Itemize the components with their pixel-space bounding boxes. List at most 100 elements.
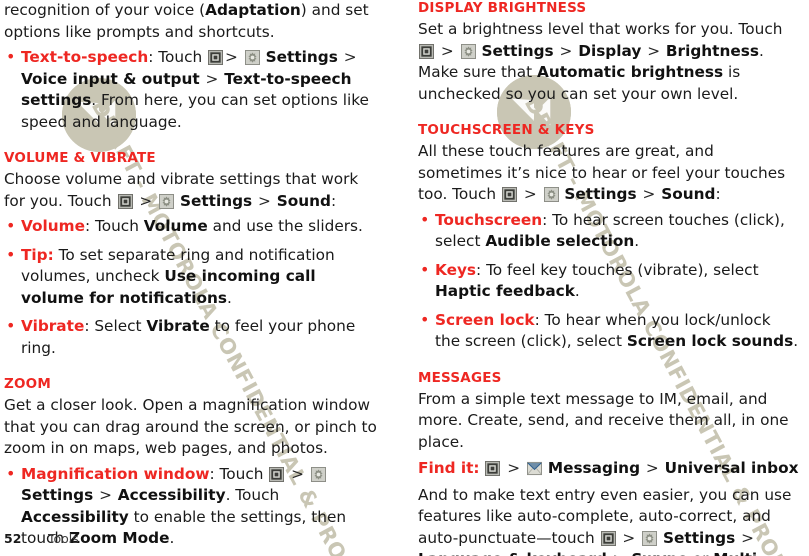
text-run: . <box>574 282 580 300</box>
page-number: 52 <box>4 531 22 546</box>
bullet-term: Vibrate <box>21 317 85 335</box>
arrow-separator: > <box>507 459 521 477</box>
text-run: recognition of your voice ( <box>4 1 206 19</box>
bold-term: Sound <box>276 191 332 210</box>
bold-term: Automatic brightness <box>536 63 724 81</box>
list-item: Volume: Touch Volume and use the sliders… <box>4 215 382 238</box>
list-item: Text-to-speech: Touch > Settings > Voice… <box>4 46 382 133</box>
arrow-separator: > <box>647 41 661 60</box>
bold-term: Sound <box>661 185 716 203</box>
left-column: recognition of your voice (Adaptation) a… <box>0 0 404 556</box>
text-run: : <box>715 185 721 203</box>
find-it-line: Find it: > Messaging > Universal inbox <box>418 458 800 480</box>
text-run: : To feel key touches (vibrate), select <box>476 260 759 279</box>
apps-menu-icon <box>117 193 133 209</box>
text-run: : Touch <box>209 464 269 483</box>
settings-gear-icon <box>159 193 175 209</box>
arrow-separator: > <box>440 41 454 60</box>
bold-term: Settings <box>265 48 338 66</box>
bold-term: Adaptation <box>205 1 301 19</box>
section-heading-messages: Messages <box>418 369 502 386</box>
apps-menu-icon <box>269 466 285 482</box>
list-item: Screen lock: To hear when you lock/unloc… <box>418 309 800 353</box>
settings-gear-icon <box>310 466 326 482</box>
bold-term: Settings <box>179 191 253 210</box>
section-heading-zoom: Zoom <box>4 376 51 392</box>
find-it-label: Find it: <box>418 459 480 477</box>
apps-menu-icon <box>208 50 224 65</box>
bullet-term: Screen lock <box>435 310 535 329</box>
arrow-separator: > <box>205 69 219 88</box>
apps-menu-icon <box>501 187 517 202</box>
text-run: Set a brightness level that works for yo… <box>418 20 783 38</box>
brightness-paragraph: Set a brightness level that works for yo… <box>418 19 800 105</box>
bullet-term: Magnification window <box>21 464 210 483</box>
arrow-separator: > <box>343 48 357 66</box>
tip-label: Tip: <box>21 245 54 264</box>
arrow-separator: > <box>139 191 153 210</box>
bold-term: Screen lock sounds <box>626 332 794 350</box>
bold-term: Audible selection <box>485 232 635 250</box>
bold-term: Settings <box>481 41 554 60</box>
bold-term: Settings <box>564 185 637 203</box>
list-item: Touchscreen: To hear screen touches (cli… <box>418 209 800 253</box>
messaging-envelope-icon <box>526 461 542 476</box>
settings-gear-icon <box>460 43 476 59</box>
arrow-separator: > <box>642 185 656 203</box>
bold-term: Vibrate <box>146 317 210 335</box>
text-run: : Touch <box>84 217 144 235</box>
touchscreen-bullet-list: Touchscreen: To hear screen touches (cli… <box>418 209 800 353</box>
bold-term: Swype <box>631 550 687 556</box>
apps-menu-icon <box>419 43 434 59</box>
arrow-separator: > <box>225 48 238 66</box>
list-item-tip: Tip: To set separate ring and notificati… <box>4 244 382 310</box>
bold-term: Display <box>578 41 642 60</box>
text-run: : Select <box>84 317 147 335</box>
arrow-separator: > <box>612 550 627 556</box>
text-run: . <box>227 288 232 307</box>
bold-term: Language & keyboard <box>418 550 607 556</box>
text-run: : Touch <box>148 48 208 66</box>
apps-menu-icon <box>485 461 501 476</box>
bold-term: Haptic feedback <box>435 282 575 300</box>
settings-gear-icon <box>244 50 260 65</box>
arrow-separator: > <box>645 459 659 477</box>
bold-term: Accessibility <box>21 507 129 526</box>
arrow-separator: > <box>559 41 573 60</box>
bold-term: Settings <box>21 486 94 504</box>
text-run: and use the sliders. <box>207 217 363 235</box>
footer-section-name: Tools <box>48 531 79 546</box>
text-run: : <box>331 191 337 210</box>
list-item: Vibrate: Select Vibrate to feel your pho… <box>4 315 382 359</box>
text-run: . <box>793 332 799 350</box>
bold-term: Messaging <box>547 459 641 477</box>
manual-page: DRAFT - MOTOROLA CONFIDENTIAL & PROPRIET… <box>0 0 809 556</box>
bold-term: Brightness <box>665 41 759 60</box>
zoom-intro-paragraph: Get a closer look. Open a magnification … <box>4 396 377 457</box>
bullet-term: Touchscreen <box>435 210 543 229</box>
touchscreen-intro-paragraph: All these touch features are great, and … <box>418 141 800 206</box>
arrow-separator: > <box>291 464 304 483</box>
list-item: Keys: To feel key touches (vibrate), sel… <box>418 259 800 303</box>
volume-bullet-list: Volume: Touch Volume and use the sliders… <box>4 215 382 359</box>
right-column: Display brightness Set a brightness leve… <box>404 0 808 556</box>
bullet-term: Text-to-speech <box>21 48 149 66</box>
continued-paragraph: recognition of your voice (Adaptation) a… <box>4 0 382 43</box>
bold-term: Volume <box>143 217 208 235</box>
bold-term: Voice input & output <box>21 69 200 88</box>
text-run: . Touch <box>225 486 280 504</box>
section-heading-volume-vibrate: Volume & Vibrate <box>4 150 156 166</box>
arrow-separator: > <box>523 185 537 203</box>
tts-bullet-list: Text-to-speech: Touch > Settings > Voice… <box>4 46 382 133</box>
bold-term: Universal inbox <box>664 459 799 477</box>
page-footer: 52 Tools <box>0 531 809 546</box>
section-heading-touchscreen-keys: Touchscreen & Keys <box>418 122 595 138</box>
settings-gear-icon <box>543 187 559 202</box>
arrow-separator: > <box>99 486 112 504</box>
section-heading-display-brightness: Display brightness <box>418 0 587 16</box>
page-content: recognition of your voice (Adaptation) a… <box>0 0 809 556</box>
arrow-separator: > <box>258 191 271 210</box>
messages-intro-paragraph: From a simple text message to IM, email,… <box>418 389 789 451</box>
text-run: . <box>634 232 640 250</box>
text-run: or <box>688 550 713 556</box>
